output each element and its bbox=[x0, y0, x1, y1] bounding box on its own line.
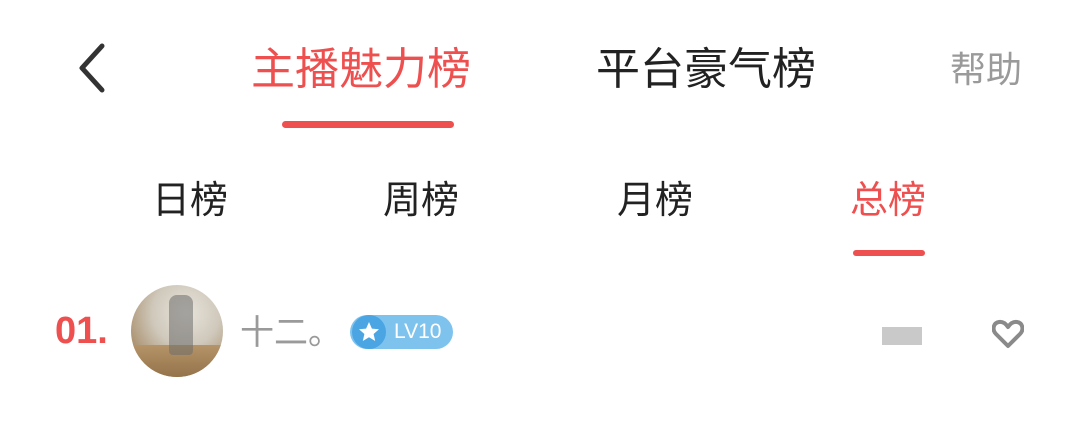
heart-icon bbox=[992, 319, 1024, 348]
follow-button[interactable] bbox=[990, 316, 1026, 352]
sub-tab-total[interactable]: 总榜 bbox=[850, 172, 926, 228]
level-badge: LV10 bbox=[350, 315, 453, 349]
active-sub-tab-indicator bbox=[853, 250, 925, 256]
level-label: LV10 bbox=[394, 320, 442, 343]
sub-tab-weekly[interactable]: 周榜 bbox=[383, 172, 459, 228]
help-button[interactable]: 帮助 bbox=[950, 44, 1022, 98]
username: 十二。 bbox=[240, 313, 342, 353]
sub-tab-daily[interactable]: 日榜 bbox=[152, 172, 228, 228]
active-tab-indicator bbox=[282, 121, 454, 128]
ranking-page: 主播魅力榜 平台豪气榜 帮助 日榜 周榜 月榜 总榜 01. 十二。 LV10 bbox=[0, 0, 1080, 430]
score-bar bbox=[882, 327, 922, 345]
sub-tab-monthly[interactable]: 月榜 bbox=[617, 172, 693, 228]
rank-number: 01. bbox=[55, 310, 108, 352]
avatar[interactable] bbox=[131, 285, 223, 377]
tab-anchor-charm-ranking[interactable]: 主播魅力榜 bbox=[251, 40, 471, 100]
chevron-left-icon bbox=[79, 43, 105, 93]
tab-platform-generous-ranking[interactable]: 平台豪气榜 bbox=[596, 40, 816, 100]
ranking-row[interactable]: 01. 十二。 LV10 bbox=[0, 280, 1080, 390]
back-button[interactable] bbox=[60, 36, 124, 100]
star-icon bbox=[352, 315, 386, 349]
